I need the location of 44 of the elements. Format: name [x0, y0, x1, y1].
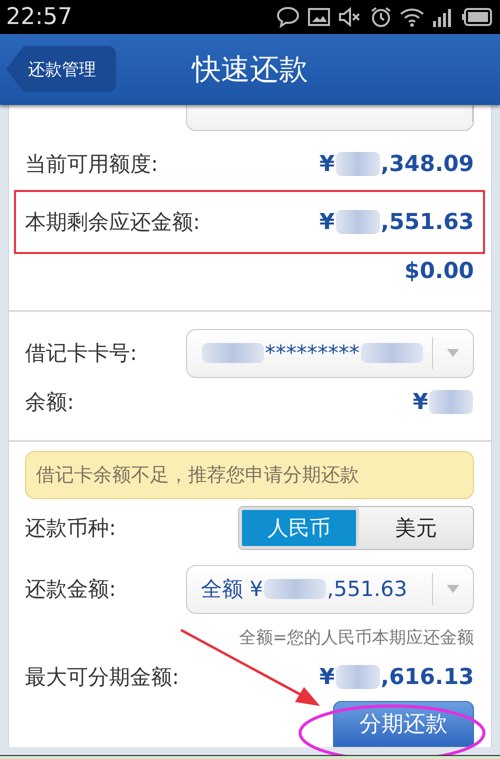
signal-icon: [432, 7, 454, 27]
dropdown-field[interactable]: *********: [186, 328, 474, 378]
redaction-blur: [336, 152, 380, 176]
mute-icon: [338, 7, 362, 27]
value-text: ,348.09: [380, 152, 474, 176]
redaction-blur: [264, 579, 326, 599]
field-label: 余额:: [25, 389, 74, 416]
field-label: 还款金额:: [25, 576, 116, 603]
field-label: 当前可用额度:: [25, 151, 158, 178]
redaction-blur: [202, 343, 264, 363]
value-text: ¥: [319, 210, 335, 234]
currency-option[interactable]: 人民币: [239, 507, 359, 549]
dropdown-arrow-icon: [447, 585, 459, 593]
redaction-blur: [429, 390, 473, 414]
value-text: ¥: [319, 152, 335, 176]
redaction-blur: [360, 343, 422, 363]
value-text: ¥: [412, 390, 428, 414]
dropdown-arrow-icon: [447, 349, 459, 357]
value-text: $0.00: [404, 258, 474, 284]
chat-bubble-icon: [276, 6, 300, 28]
field-label: 最大可分期金额:: [25, 664, 180, 691]
back-button[interactable]: 还款管理: [6, 46, 116, 92]
value-text: ,616.13: [380, 664, 474, 690]
value-text: *********: [265, 341, 360, 365]
hint-text: 全额=您的人民币本期应还金额: [238, 626, 474, 648]
warning-banner: 借记卡余额不足，推荐您申请分期还款: [25, 451, 474, 499]
redaction-blur: [336, 665, 380, 689]
installment-button[interactable]: 分期还款: [333, 701, 474, 747]
currency-option[interactable]: 美元: [359, 507, 473, 549]
page-title: 快速还款: [192, 52, 308, 86]
field-label: 借记卡卡号:: [25, 340, 138, 367]
battery-icon: [462, 8, 492, 26]
value-text: ,551.63: [327, 577, 408, 601]
wifi-icon: [400, 7, 424, 27]
clock-time: 22:57: [6, 4, 72, 30]
redaction-blur: [336, 210, 380, 234]
value-text: 全额 ¥: [201, 576, 264, 603]
field-label: 本期剩余应还金额:: [25, 209, 200, 236]
value-text: ,551.63: [380, 210, 474, 234]
alarm-clock-icon: [370, 6, 392, 28]
dropdown-field[interactable]: 全额 ¥ ,551.63: [186, 564, 474, 614]
image-icon: [308, 8, 330, 26]
value-text: ¥: [319, 664, 335, 690]
field-label: 还款币种:: [25, 515, 116, 542]
